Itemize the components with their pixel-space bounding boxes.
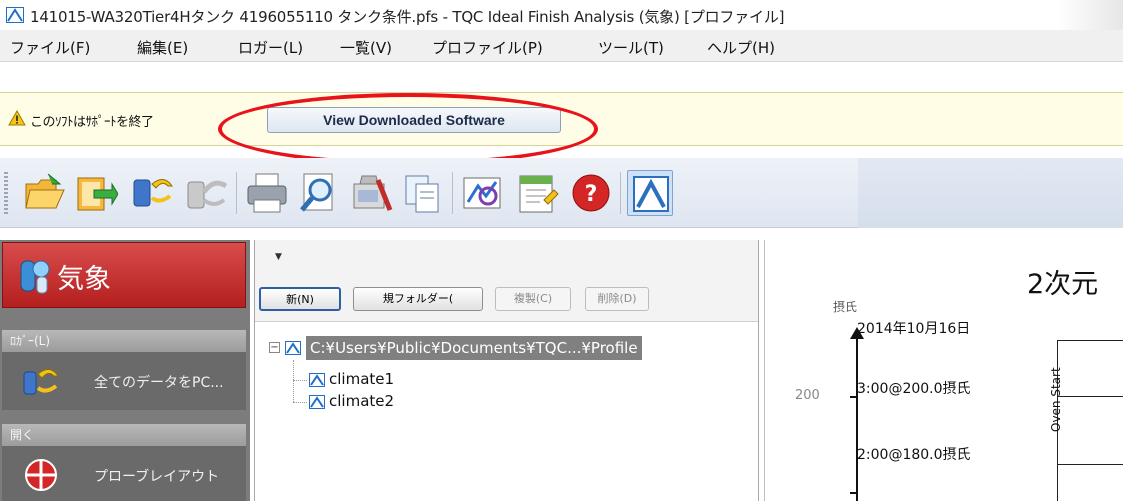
- collapse-icon[interactable]: −: [269, 342, 280, 353]
- y-axis-tick-label: 200: [795, 388, 820, 403]
- profile-point-label[interactable]: 2:00@180.0摂氏: [857, 444, 971, 464]
- sidebar-section-open: 開く: [2, 424, 246, 446]
- profile-curve-icon[interactable]: [627, 170, 673, 216]
- sidebar-item-download-all[interactable]: 全てのデータをPC...: [2, 352, 246, 410]
- profiles-toolbar: ▼ 新(N) 規フォルダー( 複製(C) 削除(D): [255, 240, 758, 322]
- main-toolbar: ?: [0, 158, 1123, 228]
- new-profile-button[interactable]: 新(N): [259, 287, 341, 311]
- app-curve-icon: [6, 7, 24, 23]
- duplicate-button[interactable]: 複製(C): [495, 287, 571, 311]
- plot-gridline: [1057, 396, 1123, 397]
- menu-tools[interactable]: ツール(T): [598, 37, 664, 58]
- profile-curve-icon: [309, 373, 325, 387]
- probe-layout-icon: [25, 459, 57, 491]
- warning-icon: [8, 110, 26, 126]
- y-axis-tick: [850, 396, 857, 398]
- menu-logger[interactable]: ロガー(L): [238, 37, 303, 58]
- svg-text:?: ?: [585, 182, 598, 207]
- download-data-icon: [23, 369, 59, 395]
- tree-item-climate1[interactable]: climate1: [329, 370, 394, 388]
- support-notice-bar: このｿﾌﾄはｻﾎﾟｰﾄを終了 View Downloaded Software: [0, 92, 1123, 146]
- sidebar-header-climate[interactable]: 気象: [2, 242, 246, 308]
- chart-title: 2次元: [1027, 269, 1099, 300]
- y-axis-line: [856, 337, 858, 501]
- menu-help[interactable]: ヘルプ(H): [707, 37, 775, 58]
- preview-icon[interactable]: [296, 170, 342, 216]
- tree-connector: [293, 380, 307, 381]
- delete-button[interactable]: 削除(D): [585, 287, 649, 311]
- toolbar-grip[interactable]: [4, 172, 8, 214]
- oven-plot-region[interactable]: [1057, 340, 1123, 501]
- tree-item-climate2[interactable]: climate2: [329, 392, 394, 410]
- toolbar-separator: [452, 172, 453, 214]
- oven-start-marker-label: Oven Start: [1049, 367, 1063, 432]
- support-notice-text: このｿﾌﾄはｻﾎﾟｰﾄを終了: [30, 115, 154, 130]
- y-axis-tick: [850, 492, 857, 494]
- profiles-panel: ▼ 新(N) 規フォルダー( 複製(C) 削除(D) − C:¥Users¥Pu…: [254, 240, 759, 501]
- profile-tree: − C:¥Users¥Public¥Documents¥TQC...¥Profi…: [255, 330, 758, 501]
- help-icon[interactable]: ?: [568, 170, 614, 216]
- copy-icon[interactable]: [400, 170, 446, 216]
- new-folder-button[interactable]: 規フォルダー(: [353, 287, 483, 311]
- download-data-icon[interactable]: [130, 170, 176, 216]
- menu-file[interactable]: ファイル(F): [10, 37, 90, 58]
- chart-date-label: 2014年10月16日: [857, 321, 971, 337]
- title-bar-edge: [1058, 0, 1123, 30]
- dropdown-caret-icon[interactable]: ▼: [275, 252, 282, 262]
- function-sidebar: 気象 ﾛｶﾞｰ(L) 全てのデータをPC... 開く プローブレイアウト: [0, 240, 250, 501]
- title-bar: 141015-WA320Tier4Hタンク 4196055110 タンク条件.p…: [0, 0, 1123, 30]
- climate-probe-icon: [20, 260, 50, 294]
- view-downloaded-software-button[interactable]: View Downloaded Software: [267, 107, 561, 133]
- menu-view[interactable]: 一覧(V): [340, 37, 392, 58]
- profile-folder-icon: [285, 341, 301, 355]
- tools-icon[interactable]: [348, 170, 394, 216]
- menu-profile[interactable]: プロファイル(P): [432, 37, 543, 58]
- y-axis-unit-label: 摂氏: [833, 300, 858, 314]
- tree-root-label: C:¥Users¥Public¥Documents¥TQC...¥Profile: [306, 336, 642, 360]
- profile-curve-icon: [309, 395, 325, 409]
- tree-root-node[interactable]: − C:¥Users¥Public¥Documents¥TQC...¥Profi…: [269, 336, 749, 360]
- toolbar-separator: [236, 172, 237, 214]
- menu-bar: ファイル(F) 編集(E) ロガー(L) 一覧(V) プロファイル(P) ツール…: [0, 30, 1123, 62]
- tree-connector: [293, 402, 307, 403]
- toolbar-empty-area: [858, 158, 1123, 228]
- toolbar-separator: [620, 172, 621, 214]
- sidebar-item-label: 全てのデータをPC...: [94, 375, 224, 391]
- print-icon[interactable]: [244, 170, 290, 216]
- export-icon[interactable]: [72, 170, 119, 216]
- sidebar-header-label: 気象: [57, 264, 111, 295]
- sidebar-item-label: プローブレイアウト: [94, 469, 220, 485]
- sidebar-item-probe-layout[interactable]: プローブレイアウト: [2, 446, 246, 501]
- notes-icon[interactable]: [514, 170, 560, 216]
- profile-point-label[interactable]: 3:00@200.0摂氏: [857, 378, 971, 398]
- analyze-icon[interactable]: [460, 170, 506, 216]
- tree-connector: [293, 360, 294, 402]
- sidebar-section-logger: ﾛｶﾞｰ(L): [2, 330, 246, 352]
- upload-data-icon[interactable]: [184, 170, 230, 216]
- window-title: 141015-WA320Tier4Hタンク 4196055110 タンク条件.p…: [30, 8, 785, 26]
- open-folder-icon[interactable]: [22, 170, 68, 216]
- profile-chart-area: 2次元 摂氏 2014年10月16日 200 Oven Start 3:00@2…: [764, 240, 1123, 501]
- menu-edit[interactable]: 編集(E): [137, 37, 188, 58]
- plot-gridline: [1057, 464, 1123, 465]
